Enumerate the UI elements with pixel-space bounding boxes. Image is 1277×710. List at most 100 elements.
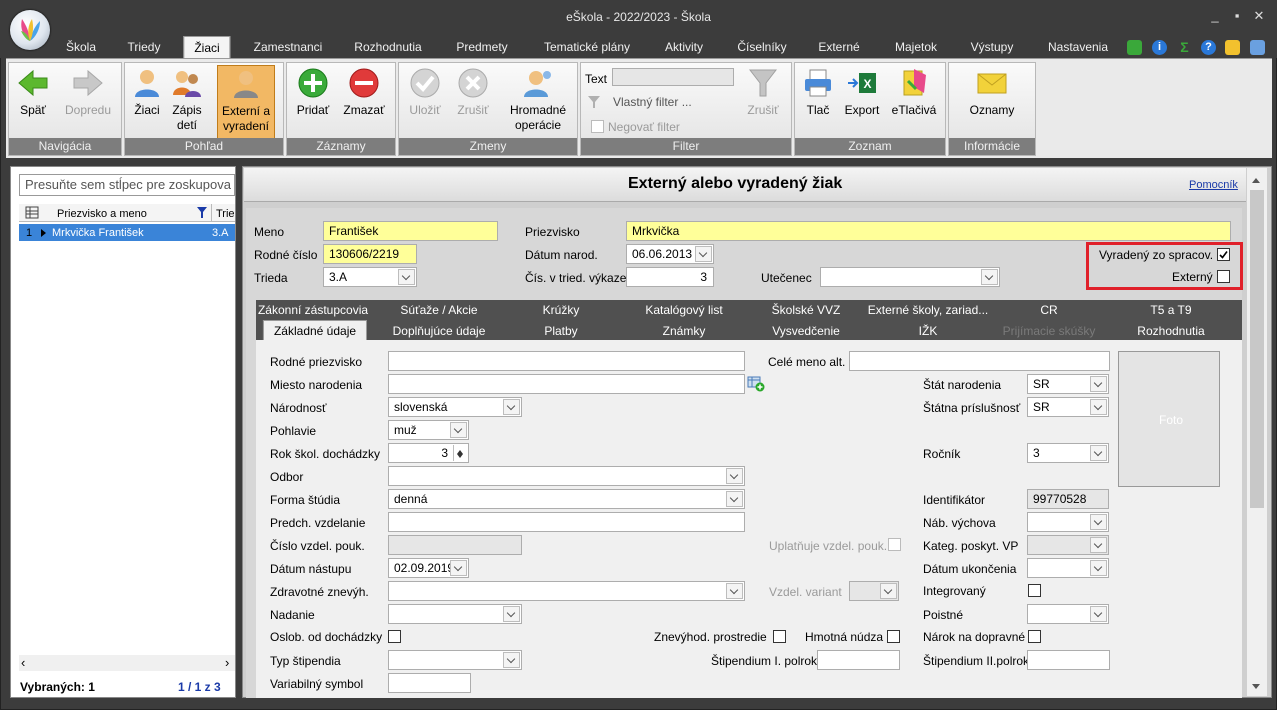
- app-logo-icon[interactable]: [10, 10, 50, 50]
- datum-nastupu-input[interactable]: 02.09.2019: [388, 558, 469, 578]
- tab-zakladne-udaje[interactable]: Základné údaje: [262, 320, 368, 341]
- vertical-scrollbar[interactable]: [1247, 168, 1267, 696]
- tab-externe-skoly[interactable]: Externé školy, zariad...: [868, 302, 989, 318]
- column-header-class[interactable]: Trie: [216, 206, 235, 222]
- chevron-down-icon[interactable]: [726, 583, 743, 599]
- cislo-vzdel-pouk-input[interactable]: [388, 535, 522, 555]
- menu-ciselniky[interactable]: Číselníky: [737, 36, 786, 58]
- print-button[interactable]: Tlač: [801, 65, 835, 139]
- cancel-changes-button[interactable]: Zrušiť: [451, 65, 495, 139]
- utecenec-select[interactable]: [820, 267, 1000, 287]
- scroll-up-icon[interactable]: [1252, 174, 1260, 183]
- miesto-narodenia-input[interactable]: [388, 374, 745, 394]
- layout-icon[interactable]: [1250, 40, 1265, 55]
- chevron-down-icon[interactable]: [503, 652, 520, 668]
- maximize-icon[interactable]: ▪: [1228, 8, 1246, 23]
- menu-triedy[interactable]: Triedy: [128, 36, 161, 58]
- rodne-priezvisko-input[interactable]: [388, 351, 745, 371]
- chevron-down-icon[interactable]: [503, 606, 520, 622]
- forward-button[interactable]: Dopredu: [57, 65, 119, 139]
- chevron-down-icon[interactable]: [1090, 560, 1107, 576]
- rok-skol-dochadzky-stepper[interactable]: 3: [388, 443, 469, 463]
- cele-meno-alt-input[interactable]: [849, 351, 1110, 371]
- tab-cr[interactable]: CR: [1040, 302, 1057, 318]
- chevron-down-icon[interactable]: [1090, 376, 1107, 392]
- trieda-select[interactable]: 3.A: [323, 267, 417, 287]
- chevron-down-icon[interactable]: [726, 468, 743, 484]
- group-by-drop-area[interactable]: Presuňte sem stĺpec pre zoskupova: [19, 174, 235, 196]
- menu-tematicke-plany[interactable]: Tematické plány: [544, 36, 630, 58]
- chevron-down-icon[interactable]: [398, 269, 415, 285]
- tab-prijimacie-skusky[interactable]: Prijímacie skúšky: [1003, 323, 1096, 339]
- chevron-down-icon[interactable]: [726, 491, 743, 507]
- chevron-down-icon[interactable]: [695, 246, 712, 262]
- znevyh-prostredie-checkbox[interactable]: [773, 630, 786, 643]
- chevron-down-icon[interactable]: [450, 422, 467, 438]
- help-link[interactable]: Pomocník: [1189, 177, 1238, 193]
- datum-narodenia-input[interactable]: 06.06.2013: [626, 244, 714, 264]
- tab-zakonni-zastupcovia[interactable]: Zákonní zástupcovia: [258, 302, 368, 318]
- scroll-thumb[interactable]: [1250, 190, 1264, 508]
- menu-nastavenia[interactable]: Nastavenia: [1048, 36, 1108, 58]
- chevron-down-icon[interactable]: [1090, 445, 1107, 461]
- scroll-down-icon[interactable]: [1252, 684, 1260, 693]
- kateg-poskyt-vp-select[interactable]: [1027, 535, 1109, 555]
- column-chooser-icon[interactable]: [25, 206, 39, 219]
- variabilny-symbol-input[interactable]: [388, 673, 471, 693]
- minimize-icon[interactable]: _: [1206, 8, 1224, 23]
- chevron-down-icon[interactable]: [1090, 399, 1107, 415]
- save-button[interactable]: Uložiť: [403, 65, 447, 139]
- etlaciva-button[interactable]: eTlačivá: [889, 65, 939, 139]
- zapis-deti-button[interactable]: Zápis detí: [167, 65, 207, 139]
- menu-predmety[interactable]: Predmety: [456, 36, 507, 58]
- custom-filter-link[interactable]: Vlastný filter ...: [613, 94, 692, 110]
- statna-prislusnost-select[interactable]: SR: [1027, 397, 1109, 417]
- back-button[interactable]: Späť: [11, 65, 55, 139]
- uplatnuje-checkbox[interactable]: [888, 538, 901, 551]
- cancel-filter-button[interactable]: Zrušiť: [741, 65, 785, 139]
- menu-rozhodnutia[interactable]: Rozhodnutia: [354, 36, 421, 58]
- tab-izk[interactable]: IŽK: [919, 323, 938, 339]
- priezvisko-input[interactable]: Mrkvička: [626, 221, 1231, 241]
- odbor-select[interactable]: [388, 466, 745, 486]
- pohlavie-select[interactable]: muž: [388, 420, 469, 440]
- info-icon[interactable]: i: [1152, 40, 1167, 55]
- sum-icon[interactable]: Σ: [1177, 40, 1192, 55]
- poistne-select[interactable]: [1027, 604, 1109, 624]
- forma-studia-select[interactable]: denná: [388, 489, 745, 509]
- chevron-down-icon[interactable]: [981, 269, 998, 285]
- narodnost-select[interactable]: slovenská: [388, 397, 522, 417]
- tab-t5-t9[interactable]: T5 a T9: [1150, 302, 1191, 318]
- chevron-down-icon[interactable]: [1090, 606, 1107, 622]
- menu-vystupy[interactable]: Výstupy: [971, 36, 1014, 58]
- chevron-down-icon[interactable]: [880, 583, 897, 599]
- nadanie-select[interactable]: [388, 604, 522, 624]
- tab-sutaze-akcie[interactable]: Súťaže / Akcie: [400, 302, 477, 318]
- narok-dopravne-checkbox[interactable]: [1028, 630, 1041, 643]
- tools-icon[interactable]: [1225, 40, 1240, 55]
- hmotna-nudza-checkbox[interactable]: [887, 630, 900, 643]
- tab-skolske-vvz[interactable]: Školské VVZ: [772, 302, 841, 318]
- column-header-name[interactable]: Priezvisko a meno: [57, 206, 147, 222]
- menu-zamestnanci[interactable]: Zamestnanci: [254, 36, 323, 58]
- nab-vychova-select[interactable]: [1027, 512, 1109, 532]
- vzdel-variant-select[interactable]: [849, 581, 899, 601]
- negate-filter-checkbox[interactable]: [591, 120, 604, 133]
- photo-placeholder[interactable]: Foto: [1118, 351, 1220, 487]
- menu-ziaci[interactable]: Žiaci: [183, 36, 231, 59]
- filter-column-icon[interactable]: [197, 207, 207, 218]
- zdravotne-znevyh-select[interactable]: [388, 581, 745, 601]
- scroll-right-icon[interactable]: ›: [225, 655, 229, 671]
- add-button[interactable]: Pridať: [291, 65, 335, 139]
- datum-ukoncenia-input[interactable]: [1027, 558, 1109, 578]
- menu-aktivity[interactable]: Aktivity: [665, 36, 703, 58]
- ziaci-view-button[interactable]: Žiaci: [129, 65, 165, 139]
- export-button[interactable]: X Export: [841, 65, 883, 139]
- horizontal-scrollbar[interactable]: ‹ ›: [19, 655, 235, 671]
- rodne-cislo-input[interactable]: 130606/2219: [323, 244, 417, 264]
- integrovany-checkbox[interactable]: [1028, 584, 1041, 597]
- stipendium-1-input[interactable]: [817, 650, 900, 670]
- meno-input[interactable]: František: [323, 221, 498, 241]
- filter-text-input[interactable]: [612, 68, 734, 86]
- tab-rozhodnutia[interactable]: Rozhodnutia: [1137, 323, 1204, 339]
